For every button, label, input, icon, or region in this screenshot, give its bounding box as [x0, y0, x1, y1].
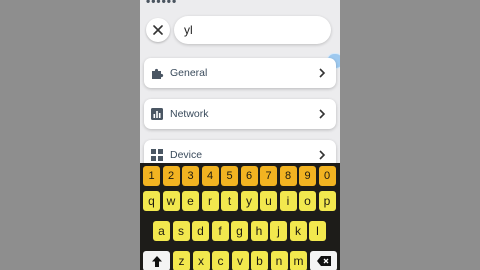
key-u[interactable]: u: [260, 191, 277, 211]
key-v[interactable]: v: [231, 251, 249, 270]
key-a[interactable]: a: [153, 221, 170, 241]
key-m[interactable]: m: [290, 251, 307, 270]
key-h[interactable]: h: [250, 221, 268, 241]
key-p[interactable]: p: [318, 191, 336, 211]
key-d[interactable]: d: [192, 221, 209, 241]
backspace-icon: [316, 256, 331, 266]
key-r[interactable]: r: [201, 191, 219, 211]
key-b[interactable]: b: [251, 251, 268, 270]
key-x[interactable]: x: [192, 251, 210, 270]
key-w[interactable]: w: [162, 191, 180, 211]
chevron-right-icon: [314, 147, 330, 163]
key-o[interactable]: o: [299, 191, 316, 211]
key-6[interactable]: 6: [240, 166, 258, 186]
menu-item-general[interactable]: General: [144, 58, 336, 88]
menu-item-label: General: [170, 67, 208, 79]
shift-key[interactable]: [143, 251, 170, 270]
key-0[interactable]: 0: [318, 166, 336, 186]
key-l[interactable]: l: [309, 221, 326, 241]
key-g[interactable]: g: [231, 221, 248, 241]
phone-screen: •••••• General Network: [140, 0, 340, 270]
grid-icon: [150, 148, 164, 162]
search-input[interactable]: [174, 16, 331, 44]
menu-item-network[interactable]: Network: [144, 99, 336, 129]
key-c[interactable]: c: [212, 251, 229, 270]
key-t[interactable]: t: [221, 191, 238, 211]
key-9[interactable]: 9: [299, 166, 316, 186]
key-2[interactable]: 2: [162, 166, 180, 186]
close-icon: [153, 25, 163, 35]
key-1[interactable]: 1: [143, 166, 160, 186]
menu-item-label: Network: [170, 108, 209, 120]
bar-chart-icon: [150, 107, 164, 121]
key-z[interactable]: z: [173, 251, 190, 270]
chevron-right-icon: [314, 106, 330, 122]
key-j[interactable]: j: [270, 221, 287, 241]
header-partial-text: ••••••: [146, 0, 178, 8]
key-n[interactable]: n: [270, 251, 288, 270]
key-y[interactable]: y: [240, 191, 258, 211]
menu-item-label: Device: [170, 149, 203, 161]
key-5[interactable]: 5: [221, 166, 238, 186]
key-s[interactable]: s: [172, 221, 190, 241]
key-k[interactable]: k: [289, 221, 307, 241]
key-e[interactable]: e: [182, 191, 199, 211]
key-f[interactable]: f: [211, 221, 229, 241]
key-7[interactable]: 7: [260, 166, 277, 186]
shift-arrow-icon: [151, 255, 162, 267]
key-4[interactable]: 4: [201, 166, 219, 186]
clear-search-button[interactable]: [146, 18, 170, 42]
puzzle-icon: [150, 66, 164, 80]
key-q[interactable]: q: [143, 191, 160, 211]
chevron-right-icon: [314, 65, 330, 81]
backspace-key[interactable]: [310, 251, 337, 270]
key-3[interactable]: 3: [182, 166, 199, 186]
key-8[interactable]: 8: [279, 166, 297, 186]
key-i[interactable]: i: [279, 191, 297, 211]
keyboard: 1 2 3 4 5 6 7 8 9 0 q w e r t y u i o p …: [140, 163, 340, 270]
